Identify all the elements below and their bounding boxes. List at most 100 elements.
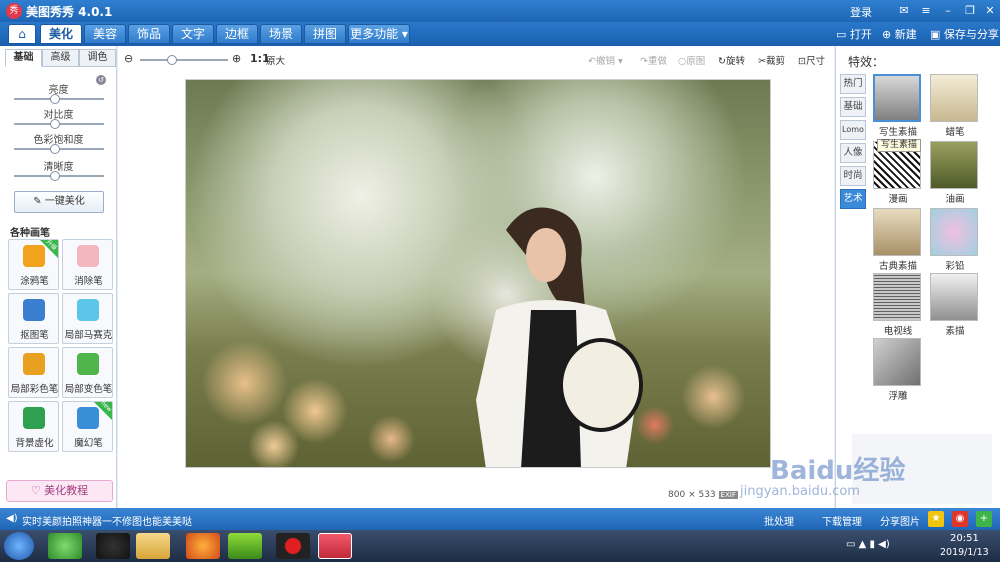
new-button[interactable]: ⊕ 新建: [882, 26, 917, 42]
resize-label: 尺寸: [805, 56, 825, 67]
category-basic[interactable]: 基础: [840, 97, 866, 117]
color-change-brush[interactable]: 局部变色笔: [62, 347, 113, 398]
save-share-button[interactable]: ▣ 保存与分享: [930, 26, 999, 42]
graffiti-brush[interactable]: 涂鸦笔 升级: [8, 238, 59, 290]
tab-beauty[interactable]: 美容: [84, 24, 126, 44]
brush-label: 抠图笔: [20, 330, 49, 341]
original-button[interactable]: ○原图: [678, 53, 705, 67]
batch-process-button[interactable]: 批处理: [764, 513, 794, 528]
home-tab[interactable]: ⌂: [8, 24, 36, 44]
eraser-brush[interactable]: 消除笔: [62, 239, 113, 290]
add-icon[interactable]: +: [976, 511, 992, 527]
zoom-in-icon[interactable]: ⊕: [232, 52, 241, 65]
tab-text[interactable]: 文字: [172, 24, 214, 44]
weibo-icon[interactable]: ◉: [952, 511, 968, 527]
exif-badge[interactable]: EXIF: [718, 491, 738, 499]
start-button[interactable]: [4, 532, 34, 560]
message-icon[interactable]: ✉: [896, 3, 912, 19]
tab-color[interactable]: 调色: [79, 49, 116, 67]
one-key-beautify-button[interactable]: ✎ 一键美化: [14, 191, 104, 213]
image-size: 800 × 533 EXIF: [668, 490, 738, 500]
category-portrait[interactable]: 人像: [840, 143, 866, 163]
crop-button[interactable]: ✂裁剪: [758, 53, 785, 67]
effect-thumbnail: [873, 273, 921, 321]
cutout-brush[interactable]: 抠图笔: [8, 293, 59, 344]
redo-button[interactable]: ↷重做: [640, 53, 667, 67]
zoom-slider[interactable]: [140, 55, 228, 65]
effect-tooltip: 写生素描: [877, 139, 922, 152]
tab-basic[interactable]: 基础: [5, 49, 42, 67]
tab-scene[interactable]: 场景: [260, 24, 302, 44]
effect-thumbnail: [873, 208, 921, 256]
saturation-slider[interactable]: [14, 144, 104, 154]
tab-collage[interactable]: 拼图: [304, 24, 346, 44]
zoom-out-icon[interactable]: ⊖: [124, 52, 133, 65]
rotate-button[interactable]: ↻旋转: [718, 53, 745, 67]
download-manager-button[interactable]: 下载管理: [822, 513, 862, 528]
effect-crayon[interactable]: 蜡笔: [930, 74, 980, 138]
effect-thumbnail: [930, 74, 978, 122]
open-button[interactable]: ▭ 打开: [836, 26, 872, 42]
slider-knob[interactable]: [50, 119, 60, 129]
category-hot[interactable]: 热门: [840, 74, 866, 94]
contrast-slider[interactable]: [14, 119, 104, 129]
slider-knob[interactable]: [50, 144, 60, 154]
effect-pencil-sketch[interactable]: 素描: [930, 273, 980, 337]
magic-brush[interactable]: 魔幻笔 new: [62, 400, 113, 452]
effect-label: 油画: [945, 194, 965, 205]
folder-icon[interactable]: [136, 533, 170, 559]
effect-label: 浮雕: [888, 391, 908, 402]
login-link[interactable]: 登录: [850, 4, 872, 20]
mosaic-brush[interactable]: 局部马赛克: [62, 293, 113, 344]
effect-label: 古典素描: [878, 261, 917, 272]
actual-size-label[interactable]: 原大: [266, 53, 285, 67]
effect-color-pencil[interactable]: 彩铅: [930, 208, 980, 272]
tab-advanced[interactable]: 高级: [42, 49, 79, 67]
sharpness-slider[interactable]: [14, 171, 104, 181]
clock-date[interactable]: 2019/1/13: [940, 547, 989, 558]
zoom-knob[interactable]: [167, 55, 178, 65]
effect-emboss[interactable]: 浮雕: [873, 338, 923, 402]
tab-frame[interactable]: 边框: [216, 24, 258, 44]
recorder-icon[interactable]: [276, 533, 310, 559]
image-width: 800: [668, 490, 686, 500]
brightness-label: 亮度: [48, 85, 69, 96]
tray-icons[interactable]: ▭ ▲ ▮ ◀): [846, 539, 890, 550]
close-icon[interactable]: ✕: [982, 3, 998, 19]
slider-knob[interactable]: [50, 171, 60, 181]
redo-label: 重做: [647, 56, 667, 67]
tab-beautify[interactable]: 美化: [40, 24, 82, 44]
effect-sketch-life[interactable]: 写生素描: [873, 74, 923, 138]
brightness-slider[interactable]: [14, 94, 104, 104]
meitu-taskbar-icon[interactable]: [318, 533, 352, 559]
minimize-icon[interactable]: –: [940, 3, 956, 19]
star-icon[interactable]: ★: [928, 511, 944, 527]
menu-icon[interactable]: ≡: [918, 3, 934, 19]
tab-more[interactable]: 更多功能 ▾: [348, 24, 410, 44]
status-message[interactable]: 实时美颜拍照神器一不修图也能美美哒: [22, 513, 192, 528]
taskbar-app-icon[interactable]: [48, 533, 82, 559]
effect-oil-painting[interactable]: 油画: [930, 141, 980, 205]
canvas-area: ⊖ ⊕ 1:1 原大 ↶撤销 ▾ ↷重做 ○原图 ↻旋转 ✂裁剪 ⊡尺寸 800…: [118, 46, 834, 508]
tab-accessories[interactable]: 饰品: [128, 24, 170, 44]
share-image-button[interactable]: 分享图片: [880, 513, 920, 528]
resize-button[interactable]: ⊡尺寸: [798, 53, 825, 67]
background-blur-brush[interactable]: 背景虚化: [8, 401, 59, 452]
tutorial-button[interactable]: ♡ 美化教程: [6, 480, 113, 502]
undo-button[interactable]: ↶撤销 ▾: [588, 53, 623, 67]
slider-knob[interactable]: [50, 94, 60, 104]
effect-classic-sketch[interactable]: 古典素描: [873, 208, 923, 272]
effect-tv-lines[interactable]: 电视线: [873, 273, 923, 337]
undo-icon: ↶: [588, 56, 596, 67]
firefox-icon[interactable]: [186, 533, 220, 559]
clock-time[interactable]: 20:51: [950, 533, 979, 544]
restore-icon[interactable]: ❐: [962, 3, 978, 19]
qq-icon[interactable]: [96, 533, 130, 559]
category-art[interactable]: 艺术: [840, 189, 866, 209]
video-app-icon[interactable]: [228, 533, 262, 559]
category-lomo[interactable]: Lomo: [840, 120, 866, 140]
brushes-heading: 各种画笔: [10, 228, 50, 239]
photo-canvas[interactable]: [185, 79, 771, 468]
local-color-brush[interactable]: 局部彩色笔: [8, 347, 59, 398]
category-fashion[interactable]: 时尚: [840, 166, 866, 186]
